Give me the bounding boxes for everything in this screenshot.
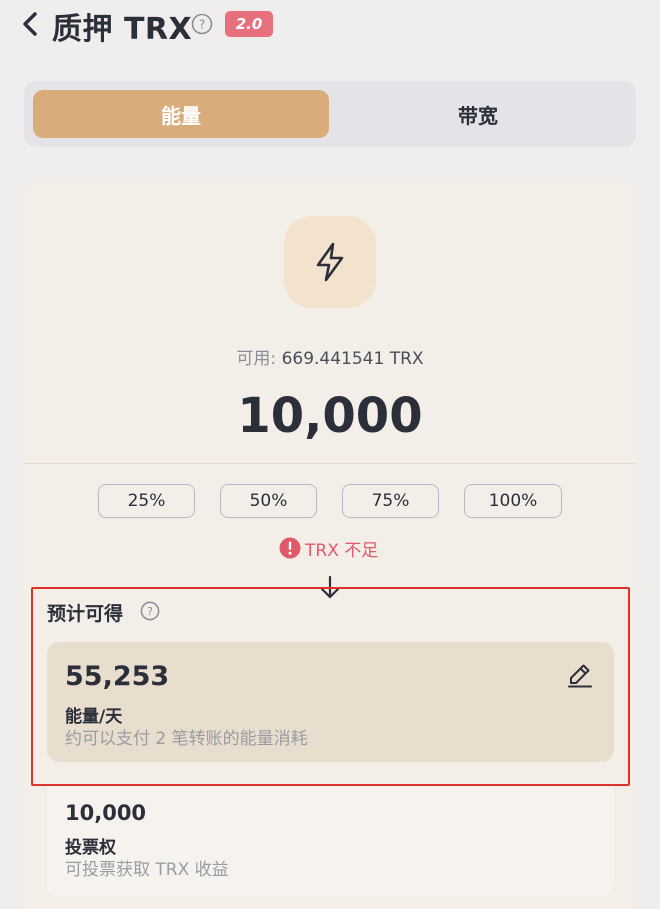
available-balance: 可用: 669.441541 TRX [0,344,660,369]
stake-amount[interactable]: 10,000 [0,388,660,444]
highlight-box [31,587,630,786]
energy-icon-container [284,216,376,308]
warning-text: TRX 不足 [305,540,379,561]
tab-energy[interactable]: 能量 [33,90,329,138]
percent-button-50[interactable]: 50% [220,484,317,518]
percent-button-75[interactable]: 75% [342,484,439,518]
tab-bandwidth[interactable]: 带宽 [329,90,627,138]
lightning-icon [316,242,344,282]
page-title: 质押 TRX [52,12,193,47]
votes-estimate-value: 10,000 [65,801,147,825]
percent-button-25[interactable]: 25% [98,484,195,518]
svg-text:?: ? [199,18,205,32]
alert-icon [279,537,301,559]
available-label: 可用: [236,349,277,369]
insufficient-warning: TRX 不足 [279,536,379,561]
percent-button-100[interactable]: 100% [464,484,562,518]
divider [24,463,636,464]
chevron-left-icon[interactable] [18,9,44,39]
available-value: 669.441541 TRX [281,349,424,369]
header: 质押 TRX ? 2.0 [0,0,660,52]
votes-estimate-description: 可投票获取 TRX 收益 [65,860,229,880]
resource-tabs: 能量 带宽 [24,81,636,147]
version-badge: 2.0 [225,11,273,37]
help-icon[interactable]: ? [191,13,213,35]
